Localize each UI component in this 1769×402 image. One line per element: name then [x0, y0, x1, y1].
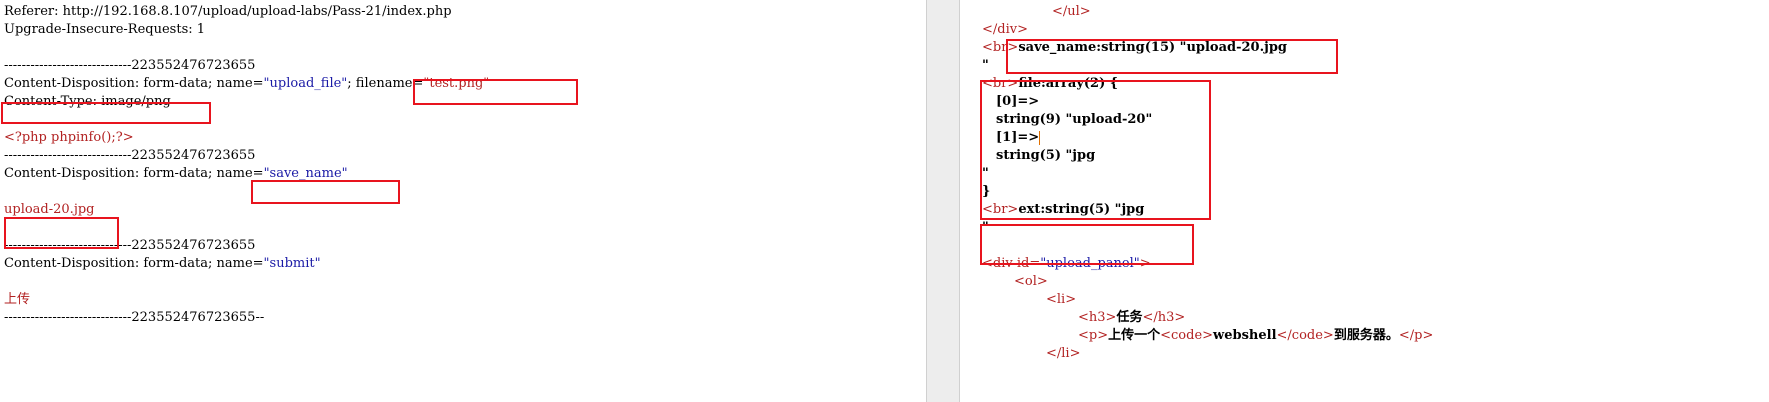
referer-line: Referer: http://192.168.8.107/upload/upl… — [4, 4, 452, 19]
highlight-box-save-name-dump — [1006, 39, 1338, 74]
submit-value-line: 上传 — [4, 292, 31, 307]
source-line: " — [982, 58, 989, 73]
boundary-line: -----------------------------22355247672… — [4, 148, 256, 163]
source-line: <p>上传一个<code>webshell</code>到服务器。</p> — [1078, 328, 1434, 343]
boundary-line: -----------------------------22355247672… — [4, 58, 256, 73]
highlight-box-save-name-value — [4, 217, 119, 249]
highlight-box-save-name-field — [251, 180, 400, 204]
pane-splitter[interactable] — [926, 0, 960, 402]
source-line: </li> — [1046, 346, 1081, 361]
source-line: <ol> — [1014, 274, 1048, 289]
highlight-box-file-dump — [980, 80, 1211, 220]
highlight-box-content-type — [1, 102, 211, 124]
upgrade-line: Upgrade-Insecure-Requests: 1 — [4, 22, 206, 37]
highlight-box-filename — [413, 79, 578, 105]
boundary-end-line: -----------------------------22355247672… — [4, 310, 265, 325]
request-editor-pane[interactable]: Referer: http://192.168.8.107/upload/upl… — [0, 0, 926, 402]
submit-disposition-line: Content-Disposition: form-data; name="su… — [4, 256, 321, 271]
highlight-box-ext-dump — [980, 224, 1194, 265]
source-line: <li> — [1046, 292, 1077, 307]
source-line: <h3>任务</h3> — [1078, 310, 1186, 325]
php-payload-line: <?php phpinfo();?> — [4, 130, 134, 145]
source-line: </div> — [982, 22, 1028, 37]
source-line: </ul> — [1052, 4, 1091, 19]
